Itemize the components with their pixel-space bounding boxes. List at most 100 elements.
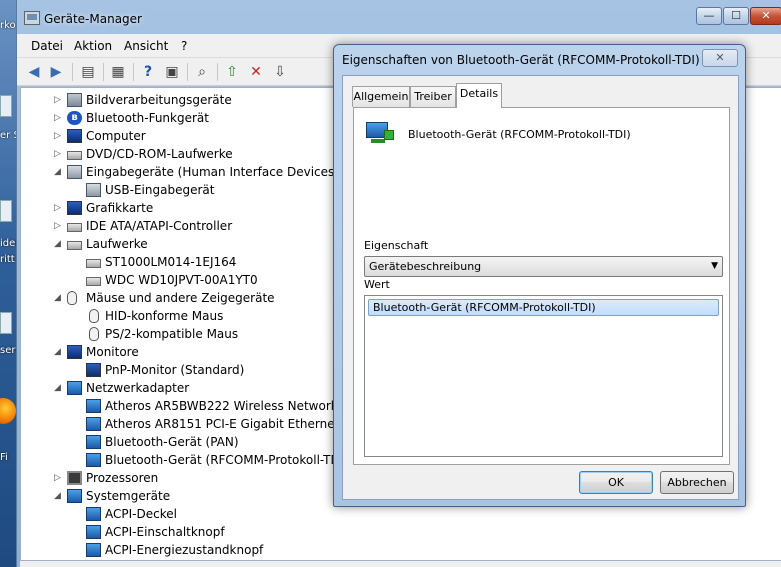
toolbar-separator	[103, 63, 104, 81]
menu-aktion[interactable]: Aktion	[74, 39, 112, 53]
property-dropdown[interactable]: Gerätebeschreibung ▼	[364, 256, 723, 277]
tree-item-systemgeraete[interactable]: ◢ Systemgeräte	[21, 487, 351, 505]
tree-item-wdc-wd10jpvt[interactable]: WDC WD10JPVT-00A1YT0	[21, 271, 351, 289]
dialog-close-button[interactable]: ✕	[702, 49, 738, 67]
tree-item-label: Bildverarbeitungsgeräte	[86, 93, 232, 107]
menu-help[interactable]: ?	[181, 39, 187, 53]
scan-hardware-icon[interactable]: ⌕	[193, 63, 211, 81]
back-icon[interactable]: ◀	[25, 63, 43, 81]
network-adapter-icon	[86, 453, 101, 467]
tree-item-bluetooth-funkgeraet[interactable]: ▷ ʙ Bluetooth-Funkgerät	[21, 109, 351, 127]
expand-arrow-icon[interactable]: ▷	[54, 91, 64, 109]
desktop-icon-label: ider	[0, 238, 16, 249]
processor-icon	[67, 471, 82, 485]
dialog-body: Allgemein Treiber Details Bluetooth-Gerä…	[342, 75, 739, 500]
tree-item-bluetooth-pan[interactable]: Bluetooth-Gerät (PAN)	[21, 433, 351, 451]
tree-item-atheros-ethernet[interactable]: Atheros AR8151 PCI-E Gigabit Ethernet Co…	[21, 415, 351, 433]
tree-item-bluetooth-rfcomm[interactable]: Bluetooth-Gerät (RFCOMM-Protokoll-TDI)	[21, 451, 351, 469]
tree-item-bildverarbeitungsgeraete[interactable]: ▷ Bildverarbeitungsgeräte	[21, 91, 351, 109]
bluetooth-icon: ʙ	[67, 111, 82, 125]
title-bar[interactable]: Geräte-Manager — ☐ ✕	[17, 0, 781, 34]
action-pane-icon[interactable]: ▣	[163, 63, 181, 81]
collapse-arrow-icon[interactable]: ◢	[54, 235, 64, 253]
ok-button[interactable]: OK	[579, 471, 653, 494]
collapse-arrow-icon[interactable]: ◢	[54, 379, 64, 397]
tree-item-prozessoren[interactable]: ▷ Prozessoren	[21, 469, 351, 487]
menu-datei[interactable]: Datei	[31, 39, 63, 53]
tree-item-eingabegeraete[interactable]: ◢ Eingabegeräte (Human Interface Devices…	[21, 163, 351, 181]
tree-item-maeuse[interactable]: ◢ Mäuse und andere Zeigegeräte	[21, 289, 351, 307]
system-device-icon	[86, 525, 101, 539]
usb-device-icon	[86, 183, 101, 197]
value-list[interactable]: Bluetooth-Gerät (RFCOMM-Protokoll-TDI)	[364, 295, 723, 457]
tree-item-acpi-deckel[interactable]: ACPI-Deckel	[21, 505, 351, 523]
update-driver-icon[interactable]: ⇧	[223, 63, 241, 81]
tree-item-label: HID-konforme Maus	[105, 309, 224, 323]
cancel-button[interactable]: Abbrechen	[660, 471, 734, 494]
expand-arrow-icon[interactable]: ▷	[54, 109, 64, 127]
collapse-arrow-icon[interactable]: ◢	[54, 163, 64, 181]
desktop-shortcut-icon[interactable]	[0, 95, 12, 117]
firefox-icon[interactable]	[0, 398, 16, 424]
tree-item-acpi-energiezustandknopf[interactable]: ACPI-Energiezustandknopf	[21, 541, 351, 559]
tree-item-label: Netzwerkadapter	[86, 381, 190, 395]
expand-arrow-icon[interactable]: ▷	[54, 199, 64, 217]
toolbar-separator	[133, 63, 134, 81]
tree-item-label: Monitore	[86, 345, 139, 359]
minimize-button[interactable]: —	[696, 7, 722, 25]
collapse-arrow-icon[interactable]: ◢	[54, 487, 64, 505]
network-adapter-icon	[86, 399, 101, 413]
tree-item-hid-maus[interactable]: HID-konforme Maus	[21, 307, 351, 325]
value-label: Wert	[364, 278, 390, 291]
tree-item-label: IDE ATA/ATAPI-Controller	[86, 219, 233, 233]
tree-item-grafikkarte[interactable]: ▷ Grafikkarte	[21, 199, 351, 217]
value-list-item[interactable]: Bluetooth-Gerät (RFCOMM-Protokoll-TDI)	[368, 299, 719, 316]
maximize-button[interactable]: ☐	[723, 7, 749, 25]
desktop-shortcut-icon[interactable]	[0, 200, 12, 222]
forward-icon[interactable]: ▶	[47, 63, 65, 81]
tree-item-label: Bluetooth-Gerät (RFCOMM-Protokoll-TDI)	[105, 453, 348, 467]
properties-icon[interactable]: ▦	[109, 63, 127, 81]
expand-arrow-icon[interactable]: ▷	[54, 127, 64, 145]
menu-ansicht[interactable]: Ansicht	[124, 39, 168, 53]
show-hide-console-tree-icon[interactable]: ▤	[79, 63, 97, 81]
desktop-icon-label: ritt	[0, 254, 15, 265]
tree-item-netzwerkadapter[interactable]: ◢ Netzwerkadapter	[21, 379, 351, 397]
tree-item-label: ACPI-Einschaltknopf	[105, 525, 225, 539]
tree-item-laufwerke[interactable]: ◢ Laufwerke	[21, 235, 351, 253]
tree-item-st1000lm014[interactable]: ST1000LM014-1EJ164	[21, 253, 351, 271]
hid-icon	[67, 165, 82, 179]
tree-item-ps2-maus[interactable]: PS/2-kompatible Maus	[21, 325, 351, 343]
tree-item-label: Laufwerke	[86, 237, 148, 251]
chevron-down-icon: ▼	[711, 261, 718, 271]
expand-arrow-icon[interactable]: ▷	[54, 469, 64, 487]
collapse-arrow-icon[interactable]: ◢	[54, 343, 64, 361]
tree-item-monitore[interactable]: ◢ Monitore	[21, 343, 351, 361]
help-icon[interactable]: ?	[139, 63, 157, 81]
tree-item-label: Eingabegeräte (Human Interface Devices)	[86, 165, 339, 179]
dvd-drive-icon	[67, 151, 82, 160]
monitor-icon	[67, 345, 82, 359]
tree-item-dvd-cd-rom[interactable]: ▷ DVD/CD-ROM-Laufwerke	[21, 145, 351, 163]
network-adapter-icon	[366, 120, 396, 144]
tree-item-ide-controller[interactable]: ▷ IDE ATA/ATAPI-Controller	[21, 217, 351, 235]
collapse-arrow-icon[interactable]: ◢	[54, 289, 64, 307]
tab-details[interactable]: Details	[456, 83, 502, 108]
tab-treiber[interactable]: Treiber	[410, 86, 456, 107]
uninstall-icon[interactable]: ✕	[247, 63, 265, 81]
expand-arrow-icon[interactable]: ▷	[54, 145, 64, 163]
tree-item-label: Mäuse und andere Zeigegeräte	[86, 291, 275, 305]
tab-allgemein[interactable]: Allgemein	[352, 86, 410, 107]
tree-item-label: Atheros AR5BWB222 Wireless Network Adap	[105, 399, 351, 413]
desktop-shortcut-icon[interactable]	[0, 312, 12, 334]
tree-item-computer[interactable]: ▷ Computer	[21, 127, 351, 145]
tree-item-atheros-wireless[interactable]: Atheros AR5BWB222 Wireless Network Adap	[21, 397, 351, 415]
close-button[interactable]: ✕	[750, 7, 781, 25]
network-adapter-icon	[86, 417, 101, 431]
expand-arrow-icon[interactable]: ▷	[54, 217, 64, 235]
display-adapter-icon	[67, 201, 82, 215]
disable-icon[interactable]: ⇩	[271, 63, 289, 81]
tree-item-usb-eingabegeraet[interactable]: USB-Eingabegerät	[21, 181, 351, 199]
tree-item-acpi-einschaltknopf[interactable]: ACPI-Einschaltknopf	[21, 523, 351, 541]
tree-item-pnp-monitor[interactable]: PnP-Monitor (Standard)	[21, 361, 351, 379]
